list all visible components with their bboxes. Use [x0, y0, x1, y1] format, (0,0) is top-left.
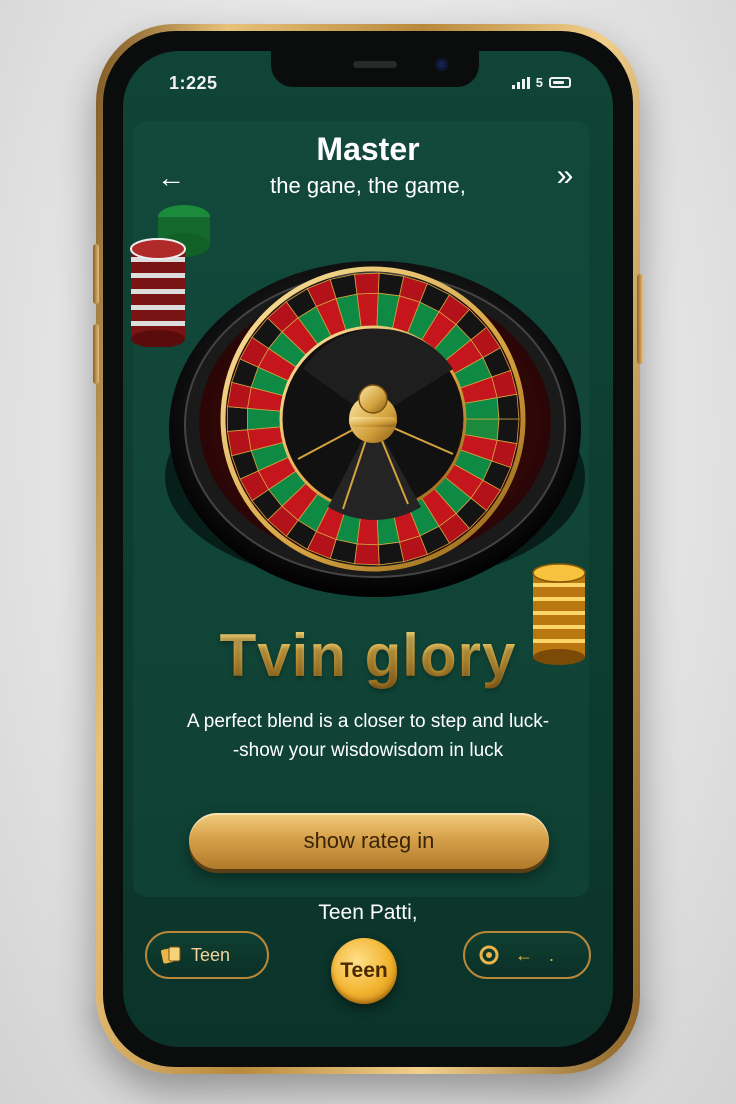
roulette-wheel-illustration	[165, 261, 585, 597]
page-title: Master	[316, 131, 420, 167]
notch	[271, 51, 479, 87]
signal-icon	[511, 76, 530, 89]
power-button	[637, 274, 643, 364]
phone-frame: 1:225 5 ← » Master the gane, the game, T…	[93, 24, 643, 1074]
arrow-left-small-icon: ←	[515, 944, 533, 965]
center-coin-button[interactable]: Teen	[331, 938, 397, 1004]
cta-button[interactable]: show rateg in	[189, 813, 549, 869]
footer-title: Teen Patti,	[318, 901, 418, 924]
cards-icon	[161, 946, 181, 964]
carrier-label: 5	[535, 75, 543, 90]
coin-icon	[479, 945, 499, 965]
front-camera	[435, 58, 448, 71]
description-line-1: A perfect blend is a closer to step and …	[186, 711, 550, 732]
speaker-grille	[353, 61, 397, 68]
pill-dot: .	[549, 944, 555, 965]
battery-icon	[549, 77, 571, 88]
teen-pill-label: Teen	[191, 944, 231, 965]
hero-description: A perfect blend is a closer to step and …	[153, 707, 583, 765]
description-line-2: -show your wisdowisdom in luck	[232, 740, 504, 761]
phone-bezel: 1:225 5 ← » Master the gane, the game, T…	[103, 31, 633, 1067]
status-time: 1:225	[169, 73, 218, 93]
volume-down-button	[93, 324, 99, 384]
teen-pill-button[interactable]: Teen	[145, 931, 269, 979]
page-subtitle: the gane, the game,	[270, 173, 466, 198]
screen: 1:225 5 ← » Master the gane, the game, T…	[123, 51, 613, 1047]
action-pill-button[interactable]: ← .	[463, 931, 591, 979]
volume-up-button	[93, 244, 99, 304]
status-icons: 5	[511, 75, 571, 90]
hero-headline: Tvin glory	[123, 621, 613, 690]
chip-stack-red	[130, 205, 210, 347]
